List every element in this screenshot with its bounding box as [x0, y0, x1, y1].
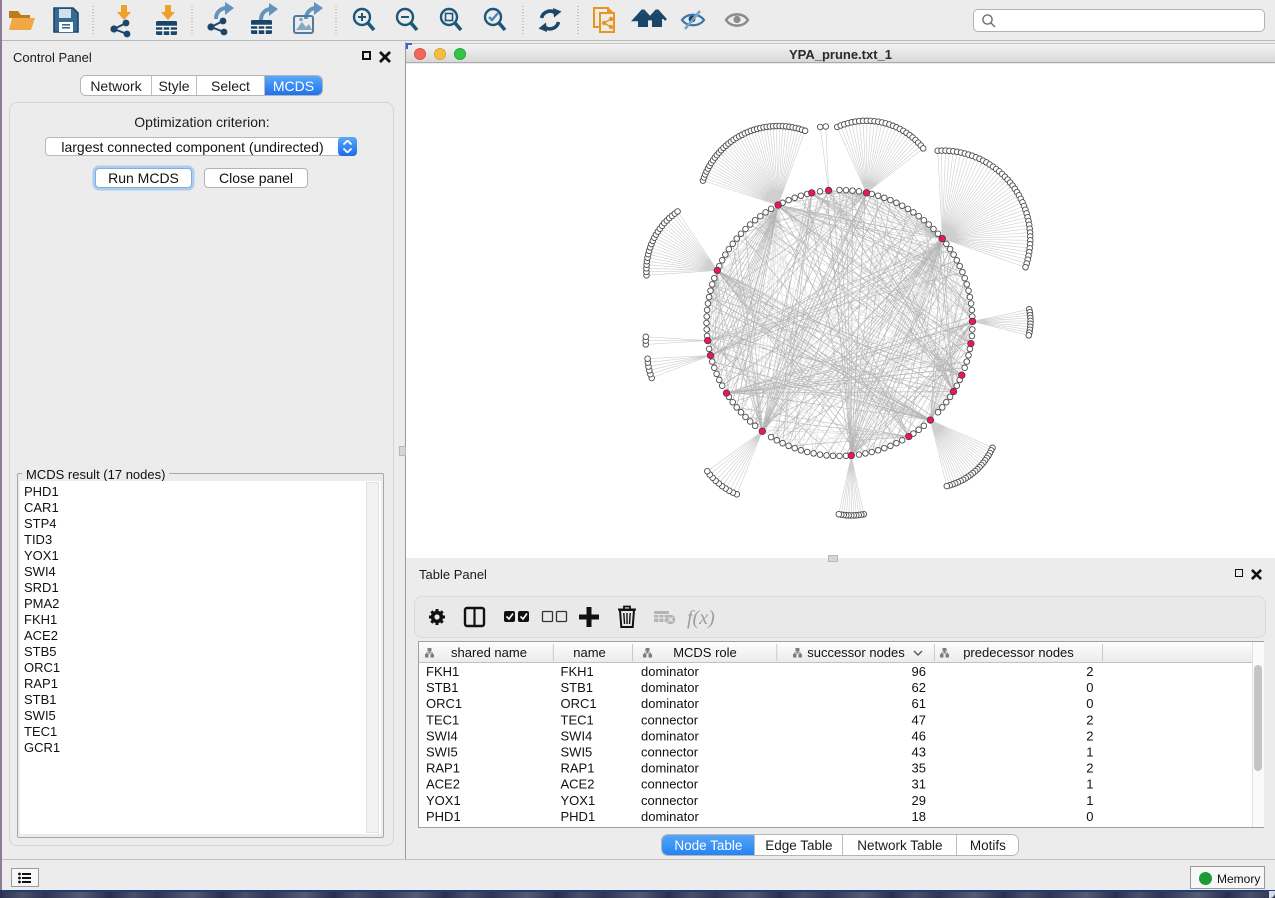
- svg-text:dominator: dominator: [641, 696, 699, 711]
- svg-text:SWI5: SWI5: [560, 744, 592, 759]
- svg-text:ACE2: ACE2: [560, 776, 594, 791]
- svg-text:18: 18: [911, 808, 925, 823]
- svg-text:dominator: dominator: [641, 680, 699, 695]
- svg-text:1: 1: [1086, 792, 1093, 807]
- svg-text:35: 35: [911, 760, 925, 775]
- svg-text:PHD1: PHD1: [560, 808, 595, 823]
- svg-text:2: 2: [1086, 712, 1093, 727]
- svg-text:TEC1: TEC1: [426, 712, 459, 727]
- svg-text:2: 2: [1086, 664, 1093, 679]
- svg-text:31: 31: [911, 776, 925, 791]
- svg-text:STB1: STB1: [426, 680, 459, 695]
- svg-text:61: 61: [911, 696, 925, 711]
- svg-text:0: 0: [1086, 808, 1093, 823]
- svg-text:2: 2: [1086, 760, 1093, 775]
- svg-text:SWI5: SWI5: [426, 744, 458, 759]
- svg-text:46: 46: [911, 728, 925, 743]
- svg-text:ACE2: ACE2: [426, 776, 460, 791]
- svg-text:TEC1: TEC1: [560, 712, 593, 727]
- svg-text:connector: connector: [641, 744, 699, 759]
- svg-text:47: 47: [911, 712, 925, 727]
- svg-text:FKH1: FKH1: [426, 664, 459, 679]
- svg-text:dominator: dominator: [641, 760, 699, 775]
- svg-text:connector: connector: [641, 776, 699, 791]
- svg-text:dominator: dominator: [641, 728, 699, 743]
- svg-text:connector: connector: [641, 792, 699, 807]
- svg-text:2: 2: [1086, 728, 1093, 743]
- svg-text:96: 96: [911, 664, 925, 679]
- svg-text:PHD1: PHD1: [426, 808, 461, 823]
- svg-text:1: 1: [1086, 776, 1093, 791]
- svg-text:successor nodes: successor nodes: [807, 645, 905, 660]
- svg-text:YOX1: YOX1: [560, 792, 595, 807]
- svg-text:0: 0: [1086, 696, 1093, 711]
- svg-text:dominator: dominator: [641, 664, 699, 679]
- svg-text:MCDS role: MCDS role: [673, 645, 737, 660]
- svg-text:FKH1: FKH1: [560, 664, 593, 679]
- svg-text:0: 0: [1086, 680, 1093, 695]
- svg-text:shared name: shared name: [451, 645, 527, 660]
- svg-text:62: 62: [911, 680, 925, 695]
- svg-text:SWI4: SWI4: [560, 728, 592, 743]
- svg-text:43: 43: [911, 744, 925, 759]
- svg-text:connector: connector: [641, 712, 699, 727]
- svg-text:29: 29: [911, 792, 925, 807]
- svg-text:predecessor nodes: predecessor nodes: [963, 645, 1074, 660]
- svg-text:f(x): f(x): [687, 607, 715, 629]
- svg-text:SWI4: SWI4: [426, 728, 458, 743]
- svg-text:STB1: STB1: [560, 680, 593, 695]
- svg-text:RAP1: RAP1: [426, 760, 460, 775]
- svg-text:ORC1: ORC1: [560, 696, 596, 711]
- svg-text:RAP1: RAP1: [560, 760, 594, 775]
- svg-text:name: name: [573, 645, 606, 660]
- svg-text:1: 1: [1086, 744, 1093, 759]
- svg-text:dominator: dominator: [641, 808, 699, 823]
- svg-text:ORC1: ORC1: [426, 696, 462, 711]
- svg-text:YOX1: YOX1: [426, 792, 461, 807]
